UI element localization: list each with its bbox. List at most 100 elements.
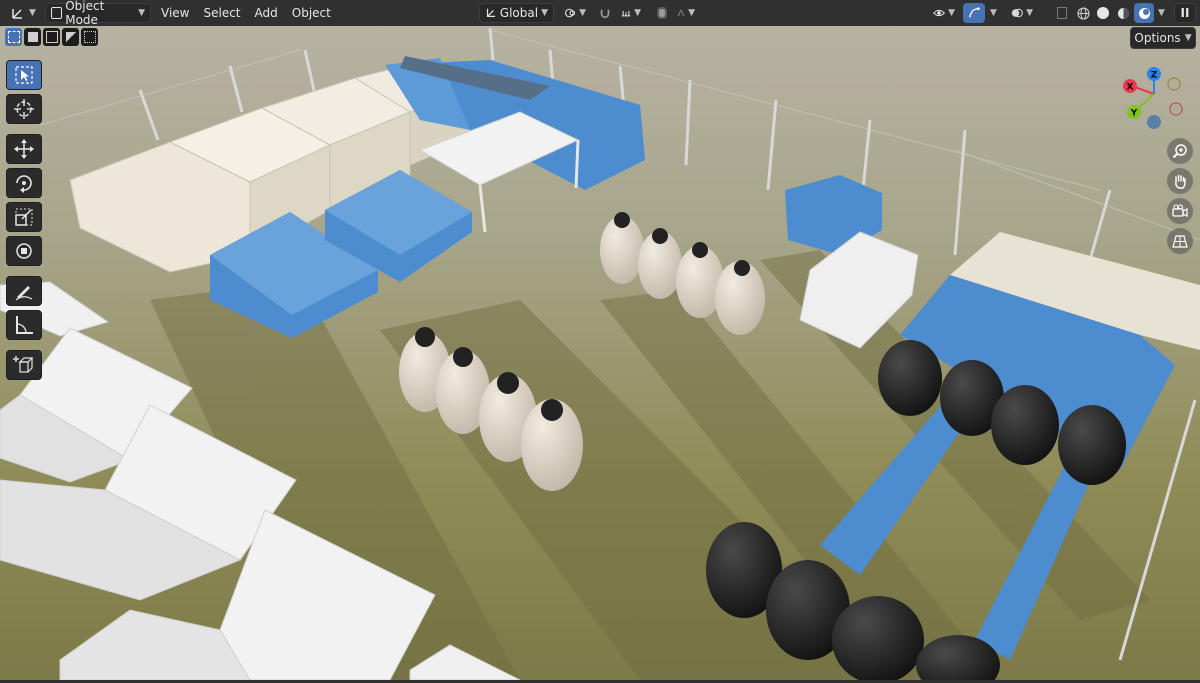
axis-gizmo-svg: Z X Y — [1123, 67, 1183, 129]
y-axis-label: Y — [1130, 109, 1138, 119]
menu-view[interactable]: View — [154, 2, 196, 24]
chevron-down-icon: ▼ — [990, 8, 997, 18]
transform-icon — [16, 243, 32, 259]
chevron-down-icon: ▼ — [1026, 8, 1033, 18]
proportional-edit-toggle[interactable] — [652, 3, 672, 23]
z-axis-label: Z — [1151, 71, 1158, 81]
tool-shelf — [6, 60, 44, 380]
chevron-down-icon: ▼ — [29, 8, 36, 18]
solid-shading-button[interactable] — [1094, 4, 1112, 22]
gizmo-toggle[interactable] — [963, 3, 985, 23]
orientation-label: Global — [499, 6, 539, 20]
material-shading-button[interactable] — [1114, 4, 1132, 22]
select-box-tool[interactable] — [6, 60, 42, 90]
snap-toggle[interactable] — [594, 3, 616, 23]
scene-render — [0, 0, 1200, 683]
chevron-down-icon: ▼ — [634, 8, 641, 18]
xray-icon — [1057, 7, 1067, 19]
editor-type-button[interactable]: ▼ — [5, 3, 41, 23]
chevron-down-icon: ▼ — [541, 8, 548, 18]
snap-target-dropdown[interactable]: ▼ — [616, 3, 646, 23]
pencil-icon — [15, 286, 33, 301]
crosshair-icon — [14, 99, 34, 119]
object-mode-icon — [51, 7, 63, 19]
hand-icon — [1175, 174, 1186, 189]
perspective-toggle-button[interactable] — [1167, 228, 1193, 254]
wireframe-shading-button[interactable] — [1074, 4, 1092, 22]
proportional-edit-icon — [657, 7, 667, 19]
ruler-icon — [16, 316, 33, 334]
overlays-dropdown[interactable]: ▼ — [1006, 3, 1038, 23]
options-label: Options — [1134, 31, 1181, 45]
rotate-tool[interactable] — [6, 168, 42, 198]
rendered-sphere-icon — [1138, 7, 1150, 19]
3d-viewport[interactable] — [0, 0, 1200, 683]
select-extend-button[interactable] — [24, 28, 41, 46]
navigation-gizmo[interactable]: Z X Y — [1112, 62, 1194, 132]
menu-select[interactable]: Select — [196, 2, 247, 24]
move-tool[interactable] — [6, 134, 42, 164]
select-subtract-icon — [45, 31, 58, 43]
grid-perspective-icon — [1172, 235, 1188, 248]
add-cube-tool[interactable] — [6, 350, 42, 380]
chevron-down-icon: ▼ — [948, 8, 955, 18]
zoom-button[interactable] — [1167, 138, 1193, 164]
shading-modes: ▼ — [1074, 3, 1165, 23]
rotate-icon — [16, 175, 32, 193]
selection-mode-group — [5, 28, 100, 48]
cursor-tool[interactable] — [6, 94, 42, 124]
material-sphere-icon — [1117, 7, 1129, 19]
magnifier-plus-icon — [1172, 144, 1187, 159]
select-invert-icon — [65, 32, 76, 42]
add-cube-icon — [13, 356, 34, 373]
solid-sphere-icon — [1097, 7, 1109, 19]
select-new-icon — [7, 31, 20, 43]
pivot-icon — [564, 8, 576, 18]
select-invert-button[interactable] — [62, 28, 79, 46]
gizmo-dropdown[interactable]: ▼ — [985, 3, 1001, 23]
transform-tool[interactable] — [6, 236, 42, 266]
select-intersect-icon — [83, 31, 96, 43]
camera-icon — [1172, 204, 1188, 217]
falloff-dropdown[interactable]: ▼ — [672, 3, 700, 23]
wireframe-sphere-icon — [1076, 6, 1090, 20]
gizmo-icon — [969, 7, 980, 18]
falloff-curve-icon — [677, 9, 685, 17]
chevron-down-icon: ▼ — [1184, 33, 1192, 43]
xray-toggle[interactable] — [1052, 3, 1072, 23]
select-extend-icon — [27, 32, 38, 42]
menu-add[interactable]: Add — [248, 2, 285, 24]
options-dropdown[interactable]: Options ▼ — [1130, 27, 1196, 49]
select-new-button[interactable] — [5, 28, 22, 46]
rendered-shading-button[interactable] — [1134, 3, 1154, 23]
cursor-arrow-icon — [15, 66, 33, 84]
snap-increment-icon — [621, 10, 631, 17]
mode-dropdown[interactable]: Object Mode ▼ — [45, 0, 151, 27]
pause-render-button[interactable]: II — [1174, 3, 1196, 23]
chevron-down-icon: ▼ — [138, 8, 145, 18]
annotate-tool[interactable] — [6, 276, 42, 306]
chevron-down-icon: ▼ — [579, 8, 586, 18]
measure-tool[interactable] — [6, 310, 42, 340]
x-axis-label: X — [1127, 83, 1134, 93]
scale-icon — [15, 208, 33, 226]
scale-tool[interactable] — [6, 202, 42, 232]
pan-button[interactable] — [1167, 168, 1193, 194]
transform-orientation-dropdown[interactable]: Global ▼ — [479, 3, 554, 23]
overlays-icon — [1011, 8, 1023, 18]
header-menus: View Select Add Object — [154, 2, 338, 24]
eye-icon — [933, 9, 946, 17]
menu-object[interactable]: Object — [285, 2, 338, 24]
orientation-icon — [486, 8, 496, 17]
camera-view-button[interactable] — [1167, 198, 1193, 224]
chevron-down-icon[interactable]: ▼ — [1158, 8, 1165, 18]
pivot-point-button[interactable]: ▼ — [559, 3, 591, 23]
select-subtract-button[interactable] — [43, 28, 60, 46]
axis-icon — [12, 9, 22, 19]
move-arrows-icon — [14, 139, 34, 159]
viewport-header: ▼ Object Mode ▼ View Select Add Object G… — [0, 0, 1200, 27]
select-intersect-button[interactable] — [81, 28, 98, 46]
magnet-icon — [600, 9, 610, 19]
mode-label: Object Mode — [65, 0, 105, 27]
visibility-dropdown[interactable]: ▼ — [928, 3, 960, 23]
